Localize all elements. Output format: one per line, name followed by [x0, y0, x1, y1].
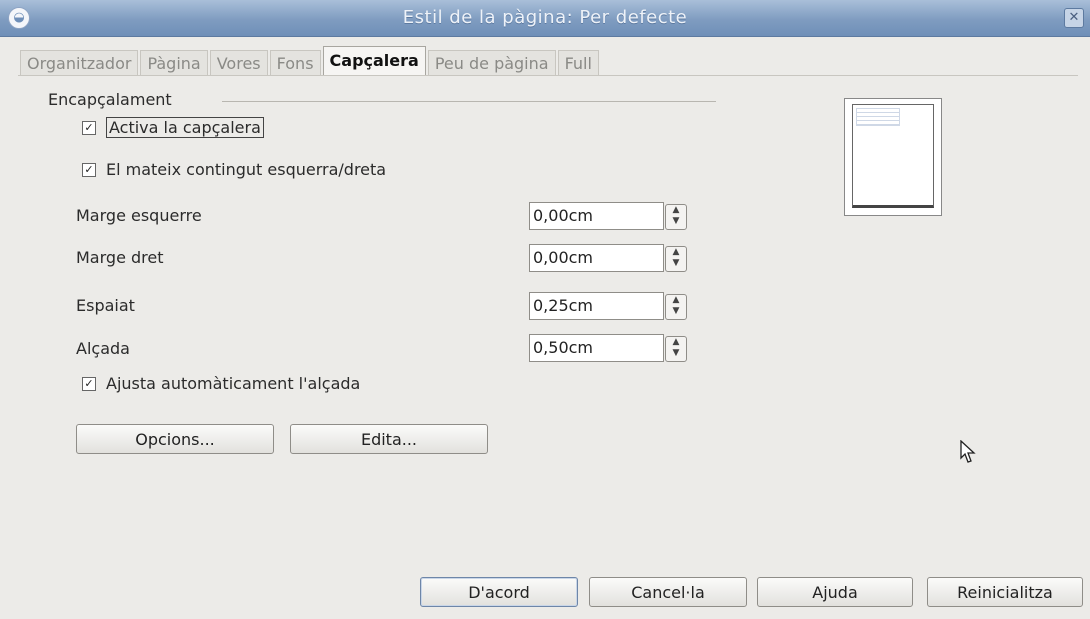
tab-fons[interactable]: Fons	[269, 50, 321, 76]
tab-vores[interactable]: Vores	[209, 50, 268, 76]
left-margin-spinner[interactable]: 0,00cm ▲ ▼	[529, 202, 691, 230]
right-margin-input[interactable]: 0,00cm	[529, 244, 664, 272]
title-bar: ◒ Estil de la pàgina: Per defecte ✕	[0, 0, 1090, 37]
ok-button[interactable]: D'acord	[420, 577, 578, 607]
spin-arrows-icon[interactable]: ▲ ▼	[665, 336, 687, 362]
same-content-label: El mateix contingut esquerra/dreta	[106, 160, 387, 179]
spin-arrows-icon[interactable]: ▲ ▼	[665, 246, 687, 272]
activate-header-label: Activa la capçalera	[106, 117, 264, 138]
checkbox-checked-icon[interactable]: ✓	[82, 162, 96, 177]
page-preview	[844, 98, 942, 216]
left-margin-label: Marge esquerre	[76, 206, 202, 225]
tab-pagina[interactable]: Pàgina	[140, 50, 208, 76]
preview-page	[852, 104, 934, 208]
height-label: Alçada	[76, 339, 130, 358]
spacing-spinner[interactable]: 0,25cm ▲ ▼	[529, 292, 691, 320]
section-divider	[222, 101, 716, 102]
spin-arrows-icon[interactable]: ▲ ▼	[665, 294, 687, 320]
autofit-height-checkbox[interactable]: ✓ Ajusta automàticament l'alçada	[82, 374, 360, 393]
tab-organitzador[interactable]: Organitzador	[20, 50, 139, 76]
tab-bar: Organitzador Pàgina Vores Fons Capçalera…	[20, 46, 601, 76]
options-button[interactable]: Opcions...	[76, 424, 274, 454]
right-margin-spinner[interactable]: 0,00cm ▲ ▼	[529, 244, 691, 272]
left-margin-input[interactable]: 0,00cm	[529, 202, 664, 230]
cancel-button[interactable]: Cancel·la	[589, 577, 747, 607]
right-margin-label: Marge dret	[76, 248, 164, 267]
spin-arrows-icon[interactable]: ▲ ▼	[665, 204, 687, 230]
help-button[interactable]: Ajuda	[757, 577, 913, 607]
preview-header-area	[856, 108, 900, 126]
activate-header-checkbox[interactable]: ✓ Activa la capçalera	[82, 117, 264, 138]
checkbox-checked-icon[interactable]: ✓	[82, 120, 96, 135]
section-title: Encapçalament	[48, 90, 172, 109]
tab-peu-de-pagina[interactable]: Peu de pàgina	[427, 50, 556, 76]
autofit-height-label: Ajusta automàticament l'alçada	[106, 374, 361, 393]
height-spinner[interactable]: 0,50cm ▲ ▼	[529, 334, 691, 362]
same-content-checkbox[interactable]: ✓ El mateix contingut esquerra/dreta	[82, 160, 386, 179]
checkbox-checked-icon[interactable]: ✓	[82, 376, 96, 391]
spacing-input[interactable]: 0,25cm	[529, 292, 664, 320]
edit-button[interactable]: Edita...	[290, 424, 488, 454]
mouse-pointer-icon	[960, 439, 978, 468]
window-title: Estil de la pàgina: Per defecte	[402, 7, 688, 28]
close-icon[interactable]: ✕	[1064, 8, 1084, 28]
tab-full[interactable]: Full	[557, 50, 599, 76]
height-input[interactable]: 0,50cm	[529, 334, 664, 362]
reset-button[interactable]: Reinicialitza	[927, 577, 1083, 607]
tab-capcalera[interactable]: Capçalera	[322, 46, 426, 76]
spacing-label: Espaiat	[76, 296, 135, 315]
